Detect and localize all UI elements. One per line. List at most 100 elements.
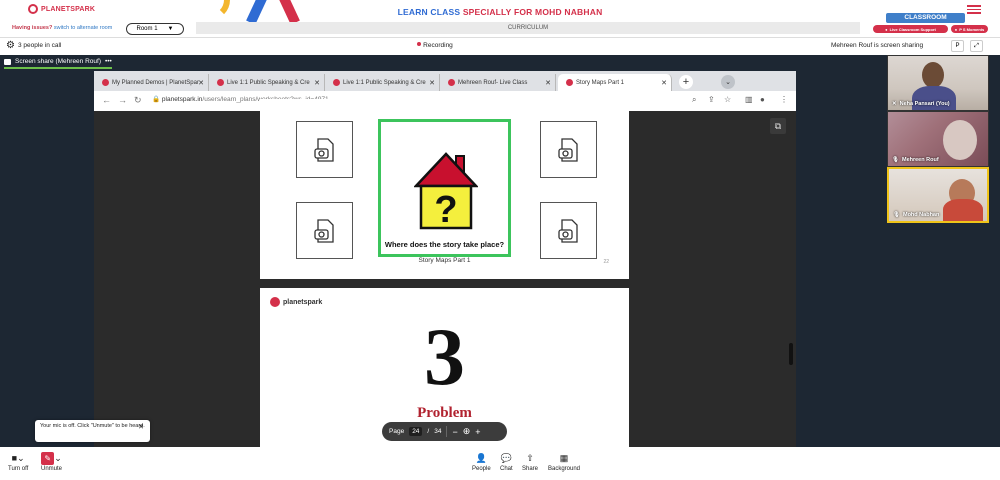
participant-video xyxy=(943,199,983,221)
browser-tab-strip: My Planned Demos | PlanetSpar ✕ Live 1:1… xyxy=(94,71,796,91)
share-button[interactable]: ⇧ Share xyxy=(522,451,538,472)
zoom-out-button[interactable]: − xyxy=(452,427,457,437)
share-screen-icon: ⇧ xyxy=(526,453,534,463)
video-class-app: PLANETSPARK LEARN CLASS SPECIALLY FOR MO… xyxy=(0,0,1000,480)
star-icon[interactable]: ☆ xyxy=(724,95,731,104)
sharing-status: Mehreen Rouf is screen sharing xyxy=(831,42,924,49)
logo-text: planetspark xyxy=(283,298,323,306)
favicon-icon xyxy=(333,79,340,86)
mic-off-icon: ✕ xyxy=(892,101,897,107)
title-part1: LEARN CLASS xyxy=(397,7,461,17)
planetspark-logo-icon xyxy=(270,297,280,307)
pdf-page-toolbar: Page 24 / 34 − ⊕ + xyxy=(382,422,507,441)
participant-tile[interactable]: ✕ Neha Pansari (You) xyxy=(887,55,989,111)
participant-name: ✕ Neha Pansari (You) xyxy=(892,101,950,107)
open-external-icon[interactable]: ⧉ xyxy=(770,118,786,134)
back-icon[interactable]: ← xyxy=(102,95,111,105)
svg-text:?: ? xyxy=(434,189,457,231)
page-caption: Story Maps Part 1 xyxy=(418,257,471,264)
chat-icon: 💬 xyxy=(500,453,512,463)
support-label: Live Classroom Support xyxy=(889,26,936,32)
new-tab-button[interactable]: + xyxy=(679,75,693,89)
question-caption: Where does the story take place? xyxy=(384,240,505,249)
lock-icon: 🔒 xyxy=(152,96,161,103)
recording-dot-icon xyxy=(417,42,422,46)
browser-tab[interactable]: Live 1:1 Public Speaking & Cre ✕ xyxy=(325,74,440,91)
close-icon[interactable]: ✕ xyxy=(661,79,667,87)
title-part2: SPECIALLY FOR MOHD NABHAN xyxy=(462,7,603,17)
curriculum-label: CURRICULUM xyxy=(507,25,549,31)
page-input[interactable]: 24 xyxy=(409,427,423,436)
profile-icon[interactable]: ● xyxy=(760,95,765,104)
mic-off-tooltip: Your mic is off. Click "Unmute" to be he… xyxy=(35,420,150,442)
participant-name: 🎙 Mehreen Rouf xyxy=(892,157,939,163)
tab-search-icon[interactable]: ⌄ xyxy=(721,75,735,89)
scrollbar-thumb[interactable] xyxy=(789,343,793,365)
room-label: Room 1 xyxy=(136,26,158,32)
page-label: Page xyxy=(389,428,405,435)
page-separator: / xyxy=(427,428,430,435)
issues-notice: Having issues? switch to alternate room xyxy=(12,25,112,31)
favicon-icon xyxy=(217,79,224,86)
pin-button[interactable]: P xyxy=(951,40,964,52)
people-icon: 👤 xyxy=(475,453,487,463)
screen-share-label: Screen share (Mehreen Rouf) xyxy=(15,58,101,65)
browser-tab-label: Live 1:1 Public Speaking & Cre xyxy=(227,79,310,86)
favicon-icon xyxy=(102,79,109,86)
support-icon: ● xyxy=(885,26,888,32)
fit-page-icon[interactable]: ⊕ xyxy=(463,426,471,437)
hamburger-menu-icon[interactable] xyxy=(967,5,981,14)
mic-icon: 🎙 xyxy=(893,212,900,218)
issues-text: Having issues? xyxy=(12,25,53,31)
browser-tab[interactable]: My Planned Demos | PlanetSpar ✕ xyxy=(94,74,209,91)
people-button[interactable]: 👤 People xyxy=(472,451,491,472)
alternate-room-link[interactable]: switch to alternate room xyxy=(54,25,112,31)
more-options-icon[interactable]: ••• xyxy=(105,58,112,65)
background-button[interactable]: ▦ Background xyxy=(548,451,580,472)
search-icon[interactable]: ⌕ xyxy=(692,95,696,105)
participant-tile-active-speaker[interactable]: 🎙 Mohd Nabhan xyxy=(887,167,989,223)
image-file-icon xyxy=(313,218,334,243)
curriculum-bar[interactable]: CURRICULUM xyxy=(196,22,860,34)
screen-share-tab[interactable]: Screen share (Mehreen Rouf) ••• xyxy=(4,57,112,69)
header: PLANETSPARK LEARN CLASS SPECIALLY FOR MO… xyxy=(0,0,1000,36)
chat-label: Chat xyxy=(500,466,513,472)
fullscreen-icon[interactable]: ⤢ xyxy=(970,40,983,52)
divider xyxy=(446,426,448,437)
participant-video xyxy=(922,62,944,88)
room-select[interactable]: Room 1 ▼ xyxy=(126,23,184,35)
browser-tab-active[interactable]: Story Maps Part 1 ✕ xyxy=(558,74,672,91)
share-icon[interactable]: ⇪ xyxy=(708,95,715,104)
browser-tab[interactable]: Mehreen Rouf- Live Class ✕ xyxy=(440,74,556,91)
pdf-page: ? Where does the story take place? Story… xyxy=(260,99,629,279)
zoom-in-button[interactable]: + xyxy=(475,427,480,437)
kebab-menu-icon[interactable]: ⋮ xyxy=(780,95,788,104)
call-info-bar: ⚙ 3 people in call Recording Mehreen Rou… xyxy=(0,37,1000,54)
close-icon[interactable]: ✕ xyxy=(314,79,320,87)
forward-icon[interactable]: → xyxy=(118,95,127,105)
browser-tab-label: Mehreen Rouf- Live Class xyxy=(458,79,528,86)
classroom-button[interactable]: CLASSROOM xyxy=(886,13,965,23)
background-icon: ▦ xyxy=(559,453,569,463)
chat-button[interactable]: 💬 Chat xyxy=(500,451,513,472)
close-icon[interactable]: ✕ xyxy=(429,79,435,87)
close-icon[interactable]: ✕ xyxy=(198,79,204,87)
ps-moments-button[interactable]: ● P S Moments xyxy=(951,25,988,33)
close-icon[interactable]: ✕ xyxy=(138,424,144,431)
close-icon[interactable]: ✕ xyxy=(545,79,551,87)
sidepanel-icon[interactable]: ▥ xyxy=(745,95,753,104)
camera-label: Turn off xyxy=(8,466,29,472)
participant-name: 🎙 Mohd Nabhan xyxy=(893,212,940,218)
participant-tile[interactable]: 🎙 Mehreen Rouf xyxy=(887,111,989,167)
camera-button[interactable]: ■⌄ Turn off xyxy=(8,451,28,472)
house-question-icon: ? xyxy=(414,152,478,231)
mic-icon: 🎙 xyxy=(892,157,899,163)
image-placeholder xyxy=(540,202,597,259)
unmute-button[interactable]: ✎ ⌄ Unmute xyxy=(41,451,62,472)
live-support-button[interactable]: ● Live Classroom Support xyxy=(873,25,948,33)
recording-indicator: Recording xyxy=(0,42,870,49)
browser-tab[interactable]: Live 1:1 Public Speaking & Cre ✕ xyxy=(209,74,325,91)
reload-icon[interactable]: ↻ xyxy=(134,95,142,106)
unmute-label: Unmute xyxy=(41,466,63,472)
section-heading: Problem xyxy=(417,405,472,421)
